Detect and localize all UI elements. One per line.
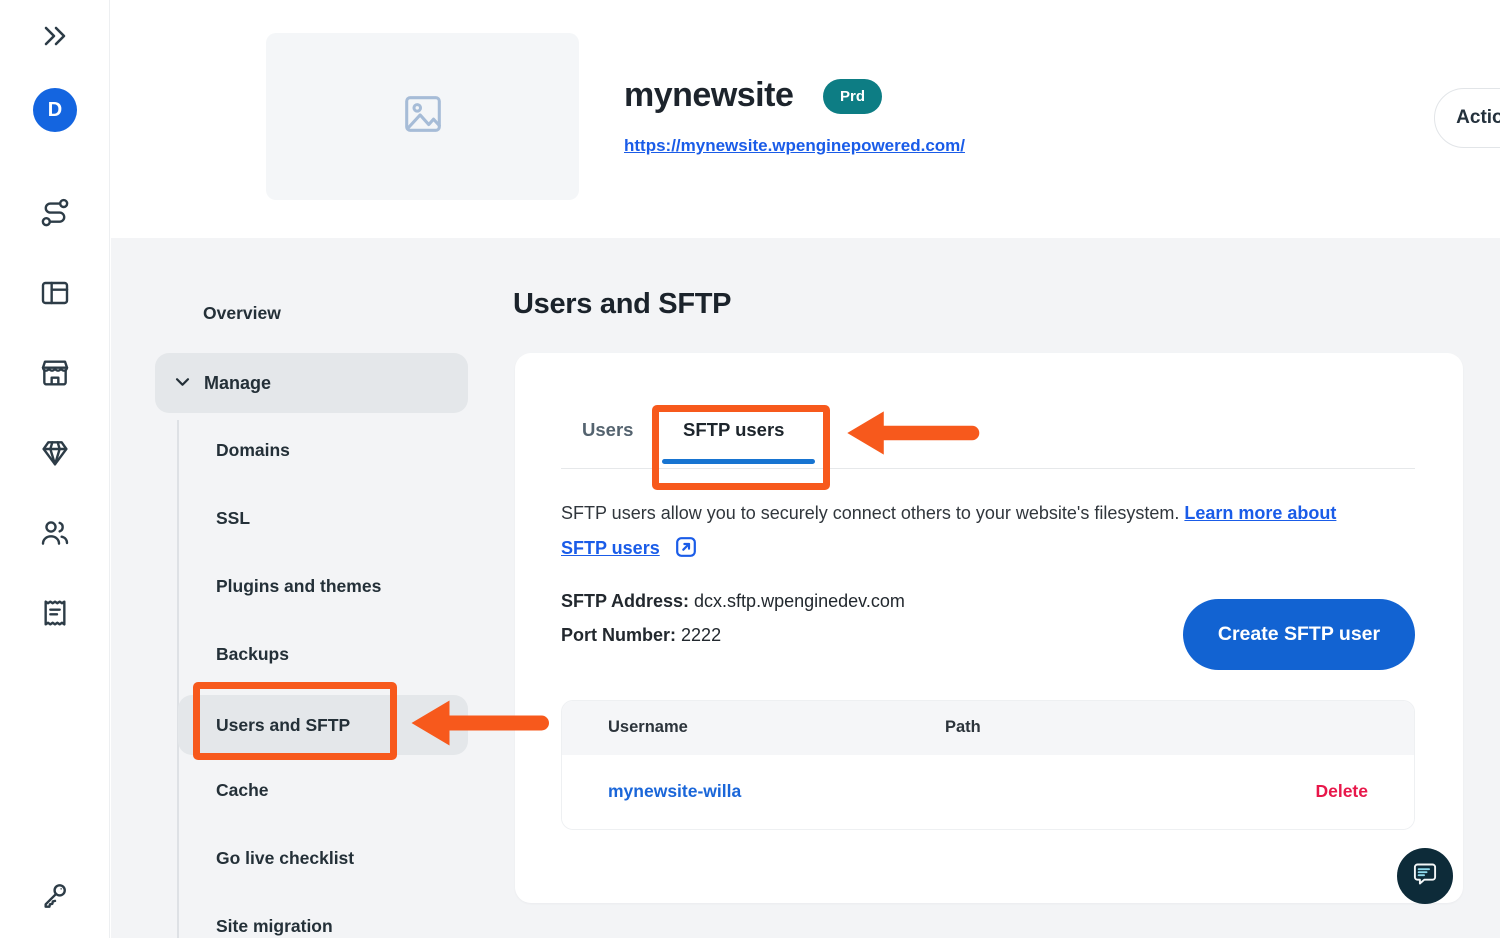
sidebar-item-ssl[interactable]: SSL [216, 508, 250, 529]
sftp-username-link[interactable]: mynewsite-willa [608, 781, 741, 802]
sidebar-item-users-and-sftp-label: Users and SFTP [216, 715, 350, 736]
key-nav-button[interactable] [33, 875, 77, 919]
active-tab-indicator [662, 459, 815, 464]
tab-users[interactable]: Users [582, 419, 633, 441]
image-placeholder-icon [400, 91, 446, 142]
sidebar-group-manage-label: Manage [204, 373, 271, 394]
double-chevron-right-icon [39, 24, 71, 53]
sidebar-item-users-and-sftp[interactable]: Users and SFTP [178, 695, 468, 755]
sidebar-item-cache[interactable]: Cache [216, 780, 269, 801]
account-avatar[interactable]: D [33, 88, 77, 132]
create-sftp-user-button[interactable]: Create SFTP user [1183, 599, 1415, 670]
external-link-icon [674, 535, 698, 571]
receipt-icon [39, 597, 71, 634]
column-header-path: Path [945, 718, 981, 737]
site-header: mynewsite Prd https://mynewsite.wpengine… [111, 0, 1500, 238]
key-icon [39, 879, 71, 916]
sidebar-group-manage[interactable]: Manage [155, 353, 468, 413]
activity-nav-button[interactable] [33, 193, 77, 237]
tabs-divider [561, 468, 1415, 469]
table-header-row: Username Path [562, 701, 1414, 755]
sftp-address-label: SFTP Address: [561, 591, 689, 611]
port-number-label: Port Number: [561, 625, 676, 645]
site-url-link[interactable]: https://mynewsite.wpenginepowered.com/ [624, 136, 965, 156]
chevron-down-icon [175, 374, 190, 392]
wpengine-site-page: D [0, 0, 1500, 938]
site-name: mynewsite [624, 76, 793, 115]
sidebar-item-overview[interactable]: Overview [203, 303, 281, 324]
activity-icon [39, 197, 71, 234]
receipt-nav-button[interactable] [33, 593, 77, 637]
store-nav-button[interactable] [33, 353, 77, 397]
column-header-username: Username [608, 718, 688, 737]
sftp-address-value: dcx.sftp.wpenginedev.com [694, 591, 905, 611]
port-number-line: Port Number: 2222 [561, 625, 721, 646]
sftp-users-table: Username Path mynewsite-willa Delete [561, 700, 1415, 830]
layout-nav-button[interactable] [33, 273, 77, 317]
site-thumbnail [266, 33, 579, 200]
nav-indent-line [177, 420, 179, 938]
sidebar-item-plugins-and-themes[interactable]: Plugins and themes [216, 576, 381, 597]
gem-nav-button[interactable] [33, 433, 77, 477]
gem-icon [39, 437, 71, 474]
layout-panel-icon [39, 277, 71, 314]
sidebar-item-backups[interactable]: Backups [216, 644, 289, 665]
collapse-sidebar-button[interactable] [33, 16, 77, 60]
sidebar-item-domains[interactable]: Domains [216, 440, 290, 461]
environment-badge: Prd [823, 79, 882, 114]
sftp-description-text: SFTP users allow you to securely connect… [561, 503, 1179, 523]
port-number-value: 2222 [681, 625, 721, 645]
tab-sftp-users[interactable]: SFTP users [683, 419, 784, 441]
table-row: mynewsite-willa Delete [562, 755, 1414, 829]
delete-sftp-user-link[interactable]: Delete [1315, 781, 1368, 802]
actions-button[interactable]: Actions [1434, 88, 1500, 148]
icon-rail: D [0, 0, 110, 938]
actions-button-label: Actions [1456, 107, 1500, 129]
sidebar-item-site-migration[interactable]: Site migration [216, 916, 333, 937]
page-title: Users and SFTP [513, 288, 731, 321]
users-icon [39, 517, 71, 554]
sftp-description: SFTP users allow you to securely connect… [561, 496, 1383, 571]
sidebar-item-go-live-checklist[interactable]: Go live checklist [216, 848, 354, 869]
sftp-address-line: SFTP Address: dcx.sftp.wpenginedev.com [561, 591, 905, 612]
users-nav-button[interactable] [33, 513, 77, 557]
chat-bubble-icon [1410, 859, 1440, 894]
store-icon [39, 357, 71, 394]
chat-widget-button[interactable] [1397, 848, 1453, 904]
